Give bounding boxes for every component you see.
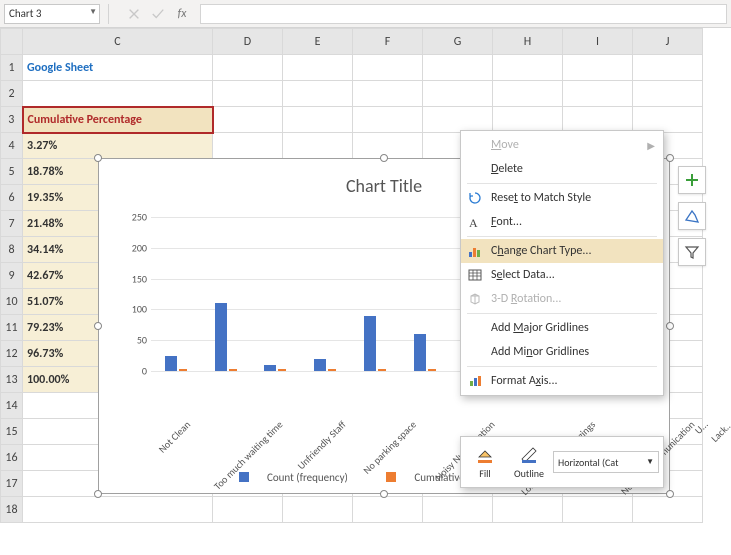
col-header[interactable]: D [213,29,283,55]
resize-handle[interactable] [94,322,102,330]
menu-item-reset-to-match-style[interactable]: Reset to Match Style [461,186,663,210]
cell-header[interactable]: Cumulative Percentage [23,107,213,133]
cell[interactable]: 3.27% [23,133,213,159]
row-header[interactable]: 10 [1,289,23,315]
fill-label: Fill [479,467,490,480]
name-box[interactable]: Chart 3 ▼ [4,4,100,24]
fx-label[interactable]: fx [172,4,192,24]
row-header[interactable]: 8 [1,237,23,263]
svg-text:A: A [469,216,478,229]
legend-swatch-icon [386,472,396,482]
menu-item-change-chart-type[interactable]: Change Chart Type... [461,239,663,263]
col-header[interactable]: G [423,29,493,55]
legend-label: Count (frequency) [267,471,348,484]
y-axis: 050100150200250 [123,217,151,371]
row-header[interactable]: 6 [1,185,23,211]
row-header[interactable]: 5 [1,159,23,185]
cell[interactable]: Google Sheet [23,55,213,81]
row-header[interactable]: 17 [1,471,23,497]
table-icon [467,267,483,283]
col-header[interactable]: J [633,29,703,55]
resize-handle[interactable] [94,490,102,498]
row-header[interactable]: 2 [1,81,23,107]
row-header[interactable]: 13 [1,367,23,393]
row-header[interactable]: 9 [1,263,23,289]
menu-item-d-rotation: 3-D Rotation... [461,287,663,311]
divider [108,4,116,24]
row-header[interactable]: 14 [1,393,23,419]
outline-button[interactable]: Outline [509,445,549,480]
selector-value: Horizontal (Cat [558,456,618,469]
legend-swatch-icon [239,472,249,482]
menu-item-add-major-gridlines[interactable]: Add Major Gridlines [461,316,663,340]
chart-icon [467,243,483,259]
chevron-down-icon: ▼ [646,457,654,467]
chart-element-selector[interactable]: Horizontal (Cat ▼ [553,451,659,473]
chevron-down-icon[interactable]: ▼ [89,7,97,17]
row-header[interactable]: 16 [1,445,23,471]
chart-styles-button[interactable] [678,202,706,230]
context-menu: Move▶Delete Reset to Match StyleAFont... C… [460,130,664,396]
col-header[interactable]: E [283,29,353,55]
col-header[interactable]: H [493,29,563,55]
row-header[interactable]: 18 [1,497,23,523]
col-header[interactable]: I [563,29,633,55]
row-header[interactable]: 11 [1,315,23,341]
menu-item-delete[interactable]: Delete [461,157,663,181]
resize-handle[interactable] [380,154,388,162]
name-box-value: Chart 3 [9,7,42,20]
fill-button[interactable]: Fill [465,445,505,480]
row-header[interactable]: 12 [1,341,23,367]
outline-label: Outline [514,467,544,480]
menu-item-format-axis[interactable]: Format Axis... [461,369,663,393]
select-all[interactable] [1,29,23,55]
row-header[interactable]: 15 [1,419,23,445]
resize-handle[interactable] [666,322,674,330]
formula-input[interactable] [200,4,727,24]
col-header[interactable]: F [353,29,423,55]
row-header[interactable]: 1 [1,55,23,81]
menu-item-add-minor-gridlines[interactable]: Add Minor Gridlines [461,340,663,364]
font-icon: A [467,214,483,230]
chart-elements-button[interactable] [678,166,706,194]
resize-handle[interactable] [666,154,674,162]
chart-side-buttons [678,166,706,266]
menu-item-font[interactable]: AFont... [461,210,663,234]
menu-item-select-data[interactable]: Select Data... [461,263,663,287]
formula-bar: Chart 3 ▼ fx [0,0,731,28]
row-header[interactable]: 4 [1,133,23,159]
cube-icon [467,291,483,307]
format-icon [467,373,483,389]
cancel-icon [124,4,144,24]
check-icon [148,4,168,24]
col-header[interactable]: C [23,29,213,55]
reset-icon [467,190,483,206]
row-header[interactable]: 3 [1,107,23,133]
chart-filter-button[interactable] [678,238,706,266]
mini-toolbar: Fill Outline Horizontal (Cat ▼ [460,436,664,488]
row-header[interactable]: 7 [1,211,23,237]
menu-item-move: Move▶ [461,133,663,157]
resize-handle[interactable] [94,154,102,162]
